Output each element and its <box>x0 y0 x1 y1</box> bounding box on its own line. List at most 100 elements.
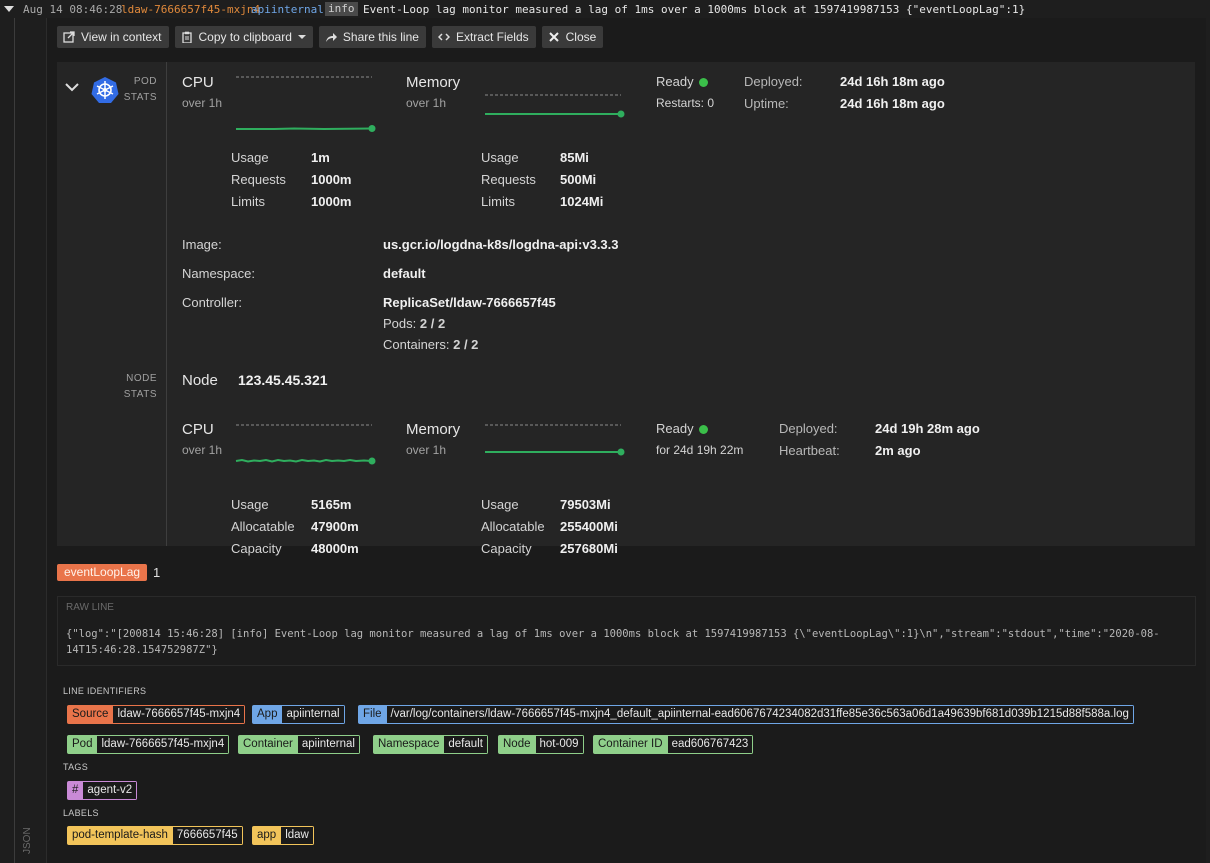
node-cpu-alloc: 47900m <box>311 519 359 534</box>
node-memory-sparkline[interactable] <box>483 418 626 470</box>
node-cpu-sparkline[interactable] <box>234 418 377 470</box>
node-memory-title: Memory <box>406 421 461 438</box>
tag-agent-v2[interactable]: # agent-v2 <box>67 781 138 800</box>
identifier-container-tag[interactable]: Container apiinternal <box>238 735 360 754</box>
log-app[interactable]: apiinternal <box>251 3 324 16</box>
pod-deployed-value: 24d 16h 18m ago <box>840 74 945 89</box>
identifier-namespace-tag[interactable]: Namespace default <box>373 735 488 754</box>
label-pod-template-hash-key: pod-template-hash <box>67 826 173 845</box>
log-source[interactable]: ldaw-7666657f45-mxjn4 <box>121 3 260 16</box>
identifier-pod-tag[interactable]: Pod ldaw-7666657f45-mxjn4 <box>67 735 230 754</box>
node-cpu-sub: over 1h <box>182 443 223 457</box>
ready-dot-icon <box>698 78 708 88</box>
pod-memory-title: Memory <box>406 74 461 91</box>
share-arrow-icon <box>325 33 337 42</box>
pod-cpu-limits: 1000m <box>311 194 352 209</box>
node-memory-usage: 79503Mi <box>560 497 611 512</box>
identifier-node-tag[interactable]: Node hot-009 <box>498 735 584 754</box>
view-in-context-label: View in context <box>81 30 162 44</box>
extract-label: Extract Fields <box>455 30 529 44</box>
pod-cpu-limits-label: Limits <box>231 194 265 209</box>
close-label: Close <box>565 30 597 44</box>
raw-line-text[interactable]: {"log":"[200814 15:46:28] [info] Event-L… <box>66 626 1186 658</box>
label-pod-template-hash-value: 7666657f45 <box>172 826 243 845</box>
node-heartbeat-value: 2m ago <box>875 443 921 458</box>
identifier-file-tag[interactable]: File /var/log/containers/ldaw-7666657f45… <box>358 705 1134 724</box>
node-cpu-usage-label: Usage <box>231 497 269 512</box>
identifier-file-value: /var/log/containers/ldaw-7666657f45-mxjn… <box>386 705 1134 724</box>
pods-count: Pods: 2 / 2 <box>383 316 445 331</box>
identifier-app-value: apiinternal <box>282 705 345 724</box>
raw-line-box[interactable]: RAW LINE {"log":"[200814 15:46:28] [info… <box>57 596 1196 666</box>
identifier-container-id-tag[interactable]: Container ID ead606767423 <box>593 735 754 754</box>
extract-fields-button[interactable]: Extract Fields <box>431 26 536 48</box>
namespace-value[interactable]: default <box>383 266 426 281</box>
identifier-pod-value: ldaw-7666657f45-mxjn4 <box>97 735 230 754</box>
pod-deployed-label: Deployed: <box>744 74 803 89</box>
pod-memory-requests-label: Requests <box>481 172 536 187</box>
identifier-namespace-value: default <box>444 735 488 754</box>
pod-restarts: Restarts: 0 <box>656 96 715 110</box>
pod-memory-requests: 500Mi <box>560 172 597 187</box>
identifier-source-tag[interactable]: Source ldaw-7666657f45-mxjn4 <box>67 705 246 724</box>
image-value[interactable]: us.gcr.io/logdna-k8s/logdna-api:v3.3.3 <box>383 237 619 252</box>
label-pod-template-hash[interactable]: pod-template-hash 7666657f45 <box>67 826 243 845</box>
identifier-node-value: hot-009 <box>535 735 584 754</box>
containers-value: 2 / 2 <box>453 337 479 352</box>
copy-label: Copy to clipboard <box>198 30 292 44</box>
node-cpu-cap: 48000m <box>311 541 359 556</box>
extracted-field-value: 1 <box>153 565 161 580</box>
raw-line-line2: 14T15:46:28.154752987Z"} <box>66 644 218 656</box>
node-cpu-usage: 5165m <box>311 497 352 512</box>
label-app-value: ldaw <box>281 826 314 845</box>
pod-memory-usage: 85Mi <box>560 150 589 165</box>
chevron-down-icon[interactable] <box>65 82 79 92</box>
external-link-icon <box>63 31 75 43</box>
identifier-app-tag[interactable]: App apiinternal <box>252 705 345 724</box>
node-cpu-alloc-label: Allocatable <box>231 519 295 534</box>
pod-cpu-usage-label: Usage <box>231 150 269 165</box>
node-ready-for: for 24d 19h 22m <box>656 443 744 457</box>
pod-uptime-value: 24d 16h 18m ago <box>840 96 945 111</box>
pod-stats-label: POD STATS <box>119 74 157 106</box>
node-ready-status: Ready <box>656 421 708 436</box>
close-button[interactable]: Close <box>541 26 604 48</box>
label-app[interactable]: app ldaw <box>252 826 314 845</box>
pod-cpu-usage: 1m <box>311 150 330 165</box>
share-line-button[interactable]: Share this line <box>318 26 426 48</box>
node-memory-alloc-label: Allocatable <box>481 519 545 534</box>
node-stats-label: NODE STATS <box>119 371 157 403</box>
pod-memory-sparkline[interactable] <box>483 82 626 132</box>
identifier-node-key: Node <box>498 735 536 754</box>
node-ip[interactable]: 123.45.45.321 <box>238 372 328 388</box>
raw-line-header: RAW LINE <box>66 602 114 613</box>
node-label-line2: STATS <box>123 389 157 400</box>
view-in-context-button[interactable]: View in context <box>57 26 169 48</box>
node-deployed-value: 24d 19h 28m ago <box>875 421 980 436</box>
pods-label: Pods: <box>383 316 417 331</box>
toolbar: View in context Copy to clipboard Share … <box>57 26 604 48</box>
extracted-field-pill[interactable]: eventLoopLag <box>57 564 148 581</box>
pod-cpu-sparkline[interactable] <box>234 70 377 132</box>
log-line[interactable]: Aug 14 08:46:28 ldaw-7666657f45-mxjn4 ap… <box>0 0 1210 18</box>
node-deployed-label: Deployed: <box>779 421 838 436</box>
pod-ready-status: Ready <box>656 74 708 89</box>
pod-label-line2: STATS <box>123 92 157 103</box>
pod-cpu-requests: 1000m <box>311 172 352 187</box>
pod-cpu-requests-label: Requests <box>231 172 286 187</box>
node-label-line1: NODE <box>126 373 157 384</box>
containers-count: Containers: 2 / 2 <box>383 337 478 352</box>
tag-value: agent-v2 <box>83 781 138 800</box>
pod-memory-sub: over 1h <box>406 96 447 110</box>
pod-memory-usage-label: Usage <box>481 150 519 165</box>
caret-down-icon[interactable] <box>4 6 14 12</box>
pod-ready-label: Ready <box>656 74 694 89</box>
node-title: Node <box>182 372 218 389</box>
pod-memory-limits-label: Limits <box>481 194 515 209</box>
controller-value[interactable]: ReplicaSet/ldaw-7666657f45 <box>383 295 556 310</box>
log-details-panel: View in context Copy to clipboard Share … <box>46 18 1206 863</box>
identifier-source-value: ldaw-7666657f45-mxjn4 <box>113 705 246 724</box>
copy-to-clipboard-button[interactable]: Copy to clipboard <box>174 26 313 48</box>
node-ready-label: Ready <box>656 421 694 436</box>
json-toggle[interactable]: JSON <box>22 826 42 856</box>
